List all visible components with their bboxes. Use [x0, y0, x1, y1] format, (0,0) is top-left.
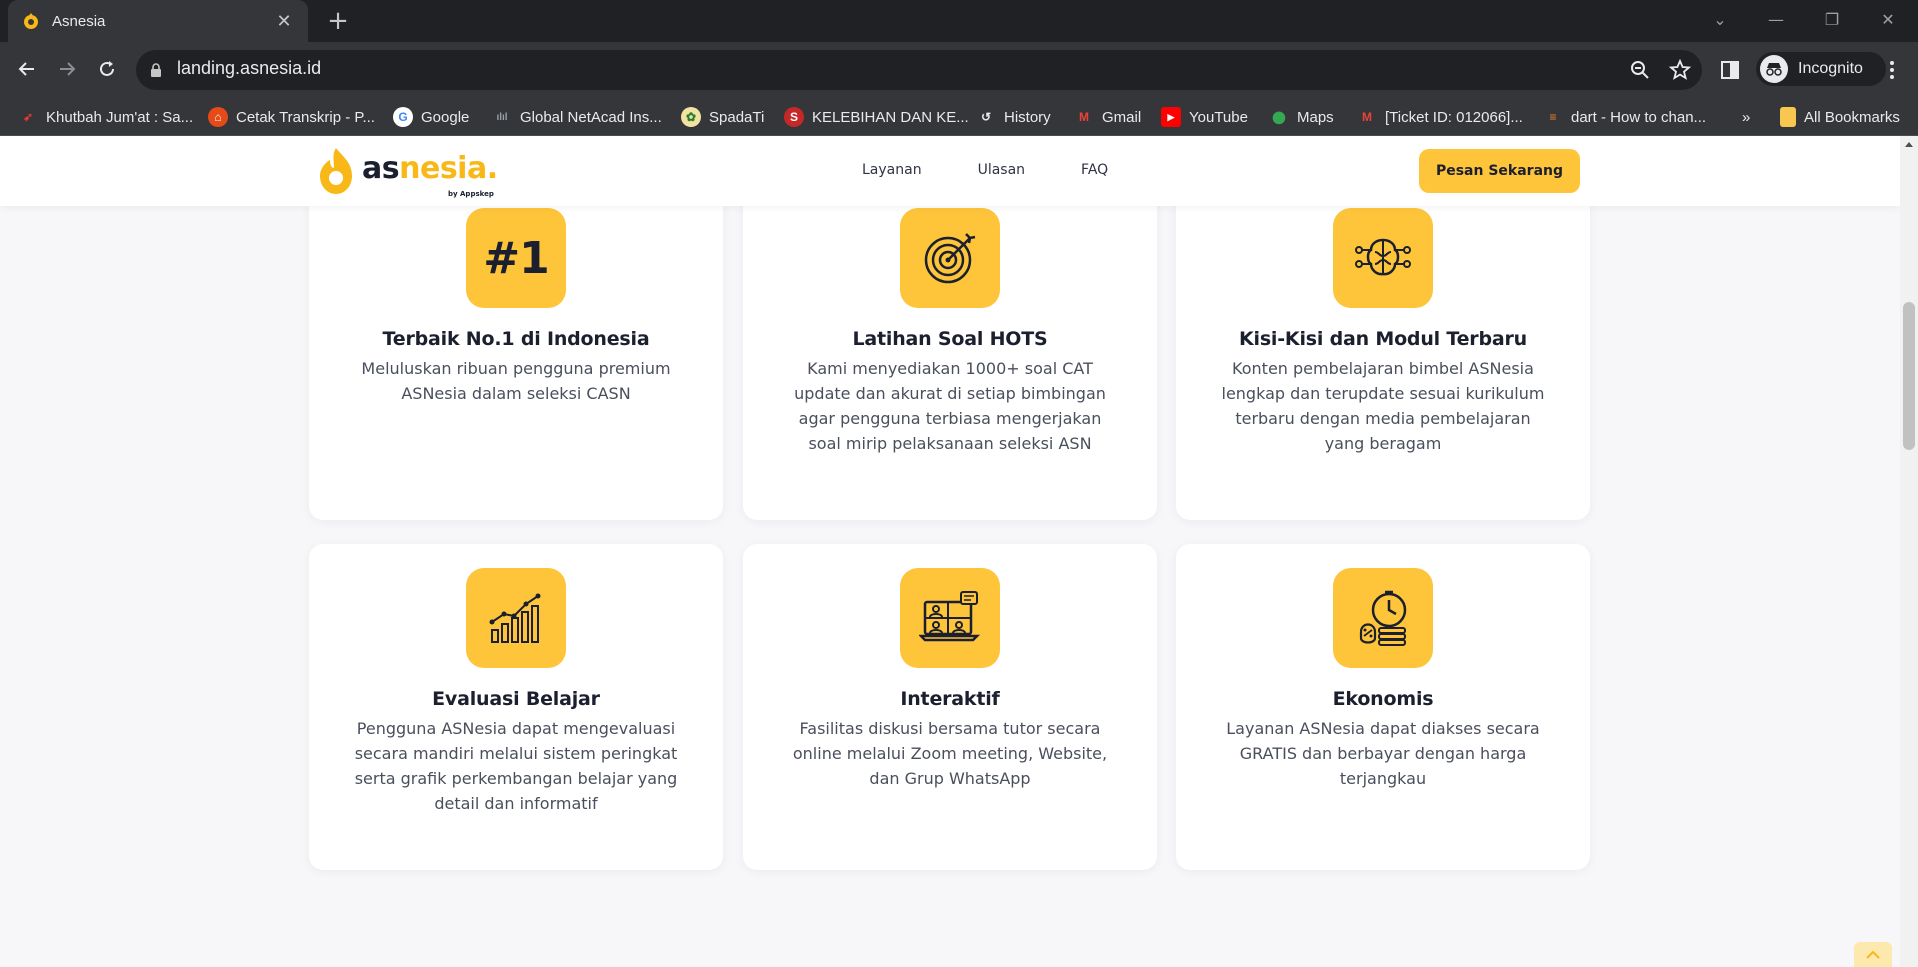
bookmark-item[interactable]: ılıl Global NetAcad Ins...: [492, 106, 661, 128]
asnesia-logo[interactable]: asnesia. by Appskep: [318, 146, 498, 198]
chevron-up-icon: [1866, 950, 1880, 959]
asnesia-logo-icon: [320, 148, 352, 194]
back-to-top-button[interactable]: [1854, 942, 1892, 967]
bookmark-item[interactable]: M [Ticket ID: 012066]...: [1357, 106, 1523, 128]
close-window-button[interactable]: ✕: [1860, 0, 1916, 38]
back-button[interactable]: [12, 54, 42, 84]
feature-description: Layanan ASNesia dapat diakses secara GRA…: [1226, 719, 1540, 788]
forward-button[interactable]: [52, 54, 82, 84]
red-bird-icon: ➶: [22, 110, 34, 124]
bookmark-item[interactable]: S KELEBIHAN DAN KE...: [784, 106, 969, 128]
asnesia-favicon-icon: [24, 13, 38, 29]
feature-title: Kisi-Kisi dan Modul Terbaru: [1238, 328, 1527, 350]
maps-pin-icon: ⬤: [1272, 110, 1286, 124]
restore-button[interactable]: ❐: [1804, 0, 1860, 38]
bookmark-item[interactable]: ⬤ Maps: [1269, 106, 1333, 128]
page-scrollbar[interactable]: [1900, 136, 1918, 967]
bookmark-item[interactable]: M Gmail: [1074, 106, 1141, 128]
folder-icon: [1780, 107, 1796, 127]
brain-circuit-icon: [1333, 208, 1433, 308]
gmail-icon: M: [1079, 110, 1089, 124]
minimize-button[interactable]: —: [1748, 0, 1804, 38]
new-tab-button[interactable]: +: [324, 8, 352, 36]
feature-card: Ekonomis Layanan ASNesia dapat diakses s…: [1176, 544, 1590, 870]
active-tab[interactable]: Asnesia ✕: [8, 0, 308, 42]
youtube-icon: ▶: [1161, 107, 1181, 127]
feature-title: Evaluasi Belajar: [432, 688, 600, 710]
side-panel-icon[interactable]: [1718, 58, 1742, 82]
feature-title: Ekonomis: [1332, 688, 1434, 710]
feature-description: Kami menyediakan 1000+ soal CAT update d…: [794, 359, 1106, 453]
order-now-button[interactable]: Pesan Sekarang: [1419, 149, 1580, 193]
nav-layanan[interactable]: Layanan: [862, 162, 922, 178]
more-menu-icon[interactable]: [1880, 58, 1904, 82]
feature-title: Interaktif: [900, 688, 1000, 710]
feature-description: Fasilitas diskusi bersama tutor secara o…: [792, 719, 1108, 788]
s-logo-icon: S: [784, 107, 804, 127]
bookmark-item[interactable]: G Google: [393, 106, 469, 128]
cisco-icon: ılıl: [496, 111, 508, 123]
history-icon: ↺: [980, 110, 992, 124]
lock-icon[interactable]: [150, 63, 162, 77]
tab-search-icon[interactable]: ⌄: [1692, 0, 1748, 38]
spada-logo-icon: ✿: [681, 107, 701, 127]
nav-ulasan[interactable]: Ulasan: [978, 162, 1025, 178]
bookmarks-bar: ➶ Khutbah Jum'at : Sa... ⌂ Cetak Transkrip…: [0, 96, 1918, 136]
tab-close-icon[interactable]: ✕: [274, 11, 294, 32]
bookmark-item[interactable]: ✿ SpadaTi: [681, 106, 764, 128]
feature-title: Latihan Soal HOTS: [852, 328, 1048, 350]
logo-wordmark: asnesia.: [362, 151, 498, 186]
nav-faq[interactable]: FAQ: [1081, 162, 1108, 178]
reload-button[interactable]: [92, 54, 122, 84]
gmail-icon: M: [1362, 110, 1372, 124]
forward-arrow-icon: [60, 62, 76, 76]
incognito-label: Incognito: [1798, 60, 1863, 77]
url-text[interactable]: landing.asnesia.id: [177, 58, 321, 79]
bookmark-item[interactable]: ⌂ Cetak Transkrip - P...: [208, 106, 375, 128]
graduation-cap-icon: ⌂: [208, 107, 228, 127]
bookmark-item[interactable]: ≡ dart - How to chan...: [1543, 106, 1706, 128]
money-time-icon: [1333, 568, 1433, 668]
feature-description: Meluluskan ribuan pengguna premium ASNes…: [361, 359, 671, 403]
google-icon: G: [393, 107, 413, 127]
feature-title: Terbaik No.1 di Indonesia: [382, 328, 650, 350]
feature-card: Interaktif Fasilitas diskusi bersama tut…: [743, 544, 1157, 870]
feature-description: Pengguna ASNesia dapat mengevaluasi seca…: [354, 719, 678, 813]
number-one-icon: #1: [466, 208, 566, 308]
bookmark-item[interactable]: ▶ YouTube: [1161, 106, 1248, 128]
main-nav: Layanan Ulasan FAQ: [862, 162, 1164, 178]
scroll-up-arrow-icon[interactable]: [1905, 142, 1913, 147]
target-icon: [900, 208, 1000, 308]
growth-chart-icon: [466, 568, 566, 668]
bookmark-item[interactable]: ➶ Khutbah Jum'at : Sa...: [18, 106, 193, 128]
back-arrow-icon: [18, 62, 34, 76]
logo-subtitle: by Appskep: [448, 190, 494, 198]
reload-icon: [100, 61, 114, 76]
zoom-icon[interactable]: [1628, 58, 1652, 82]
video-meeting-icon: [900, 568, 1000, 668]
address-bar[interactable]: [136, 50, 1702, 90]
bookmark-item[interactable]: ↺ History: [976, 106, 1051, 128]
feature-description: Konten pembelajaran bimbel ASNesia lengk…: [1221, 359, 1545, 453]
bookmarks-overflow-button[interactable]: »: [1742, 106, 1750, 128]
page-viewport: #1 Terbaik No.1 di Indonesia Meluluskan …: [0, 136, 1900, 967]
stackoverflow-icon: ≡: [1549, 110, 1557, 124]
tab-title: Asnesia: [52, 12, 106, 30]
all-bookmarks-button[interactable]: All Bookmarks: [1780, 106, 1900, 128]
tab-strip: Asnesia ✕ + ⌄ — ❐ ✕: [0, 0, 1918, 42]
site-header: asnesia. by Appskep Layanan Ulasan FAQ P…: [0, 136, 1900, 206]
incognito-icon: [1760, 55, 1788, 83]
scroll-thumb[interactable]: [1903, 302, 1915, 450]
incognito-profile-button[interactable]: Incognito: [1756, 52, 1886, 86]
bookmark-star-icon[interactable]: [1668, 58, 1692, 82]
feature-card: Evaluasi Belajar Pengguna ASNesia dapat …: [309, 544, 723, 870]
